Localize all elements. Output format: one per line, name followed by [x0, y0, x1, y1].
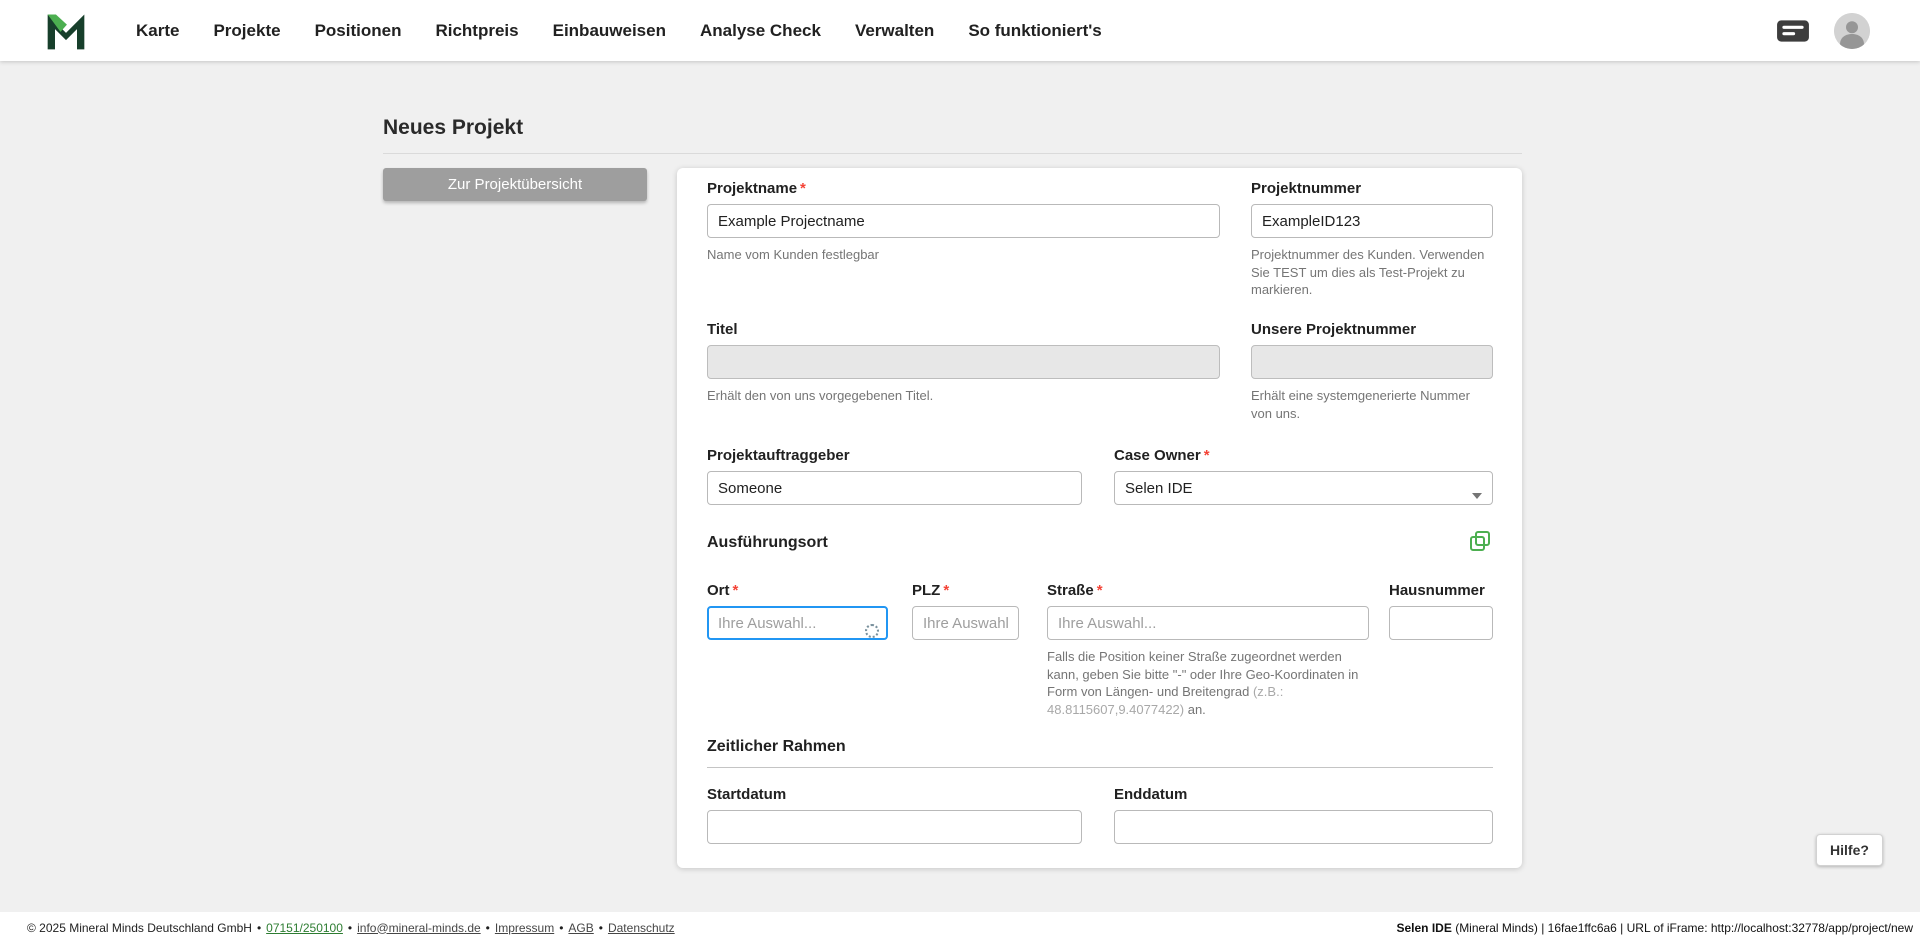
brand-logo[interactable] — [44, 9, 88, 53]
nav-item-karte[interactable]: Karte — [136, 21, 179, 41]
user-avatar[interactable] — [1834, 13, 1870, 49]
strasse-label: Straße* — [1047, 582, 1377, 599]
case-owner-label: Case Owner* — [1114, 447, 1493, 464]
nav-item-positionen[interactable]: Positionen — [315, 21, 402, 41]
startdatum-label: Startdatum — [707, 786, 1082, 803]
projektnummer-label: Projektnummer — [1251, 180, 1493, 197]
startdatum-input[interactable] — [707, 810, 1082, 844]
projektnummer-field: Projektnummer Projektnummer des Kunden. … — [1251, 180, 1493, 299]
page-title: Neues Projekt — [383, 116, 523, 140]
strasse-field: Straße* Falls die Position keiner Straße… — [1047, 582, 1377, 718]
enddatum-input[interactable] — [1114, 810, 1493, 844]
case-owner-selected-value: Selen IDE — [1125, 480, 1193, 497]
titel-label: Titel — [707, 321, 1220, 338]
copyright-text: © 2025 Mineral Minds Deutschland GmbH — [27, 921, 252, 935]
required-marker: * — [800, 180, 806, 197]
session-details: (Mineral Minds) | 16fae1ffc6a6 | URL of … — [1452, 921, 1913, 935]
copy-location-button[interactable] — [1468, 529, 1492, 553]
email-link[interactable]: info@mineral-minds.de — [357, 921, 481, 935]
ort-input[interactable] — [707, 606, 888, 640]
back-to-project-overview-button[interactable]: Zur Projektübersicht — [383, 168, 647, 201]
section-divider — [707, 767, 1493, 768]
projektname-field: Projektname* Name vom Kunden festlegbar — [707, 180, 1220, 264]
projektauftraggeber-label: Projektauftraggeber — [707, 447, 1082, 464]
ausfuehrungsort-heading: Ausführungsort — [707, 534, 828, 552]
ort-field: Ort* — [707, 582, 888, 640]
person-icon — [1834, 13, 1870, 49]
titel-input — [707, 345, 1220, 379]
footer-separator: • — [559, 921, 563, 935]
loading-spinner-icon — [865, 624, 879, 638]
new-project-form-card: Projektname* Name vom Kunden festlegbar … — [677, 168, 1522, 868]
nav-item-analyse-check[interactable]: Analyse Check — [700, 21, 821, 41]
unsere-projektnummer-label: Unsere Projektnummer — [1251, 321, 1493, 338]
nav-item-verwalten[interactable]: Verwalten — [855, 21, 934, 41]
required-marker: * — [1204, 447, 1210, 464]
unsere-projektnummer-input — [1251, 345, 1493, 379]
card-reader-button[interactable] — [1776, 19, 1810, 43]
main-menu: Karte Projekte Positionen Richtpreis Ein… — [136, 21, 1102, 41]
duplicate-icon — [1468, 529, 1492, 553]
projektname-input[interactable] — [707, 204, 1220, 238]
header-right — [1776, 13, 1870, 49]
nav-item-einbauweisen[interactable]: Einbauweisen — [553, 21, 666, 41]
footer-separator: • — [348, 921, 352, 935]
projektauftraggeber-field: Projektauftraggeber — [707, 447, 1082, 505]
projektauftraggeber-input[interactable] — [707, 471, 1082, 505]
nav-item-richtpreis[interactable]: Richtpreis — [435, 21, 518, 41]
chevron-down-icon — [1472, 493, 1482, 499]
unsere-projektnummer-helper: Erhält eine systemgenerierte Nummer von … — [1251, 387, 1493, 422]
strasse-input[interactable] — [1047, 606, 1369, 640]
datenschutz-link[interactable]: Datenschutz — [608, 921, 675, 935]
top-nav: Karte Projekte Positionen Richtpreis Ein… — [0, 0, 1920, 61]
required-marker: * — [733, 582, 739, 599]
agb-link[interactable]: AGB — [568, 921, 593, 935]
title-divider — [383, 153, 1522, 154]
strasse-helper: Falls die Position keiner Straße zugeord… — [1047, 648, 1377, 718]
plz-input[interactable] — [912, 606, 1019, 640]
plz-field: PLZ* — [912, 582, 1019, 640]
projektname-helper: Name vom Kunden festlegbar — [707, 246, 1220, 264]
enddatum-label: Enddatum — [1114, 786, 1493, 803]
required-marker: * — [943, 582, 949, 599]
projektname-label: Projektname* — [707, 180, 1220, 197]
app-footer: © 2025 Mineral Minds Deutschland GmbH • … — [0, 912, 1920, 943]
enddatum-field: Enddatum — [1114, 786, 1493, 844]
session-info: Selen IDE (Mineral Minds) | 16fae1ffc6a6… — [1397, 921, 1914, 935]
hausnummer-label: Hausnummer — [1389, 582, 1493, 599]
footer-separator: • — [486, 921, 490, 935]
help-button[interactable]: Hilfe? — [1816, 834, 1883, 866]
mineral-minds-logo-icon — [44, 9, 88, 53]
card-reader-icon — [1776, 19, 1810, 43]
ort-label: Ort* — [707, 582, 888, 599]
case-owner-field: Case Owner* Selen IDE — [1114, 447, 1493, 505]
nav-item-projekte[interactable]: Projekte — [213, 21, 280, 41]
impressum-link[interactable]: Impressum — [495, 921, 554, 935]
footer-left: © 2025 Mineral Minds Deutschland GmbH • … — [27, 921, 675, 935]
case-owner-select[interactable]: Selen IDE — [1114, 471, 1493, 505]
unsere-projektnummer-field: Unsere Projektnummer Erhält eine systemg… — [1251, 321, 1493, 422]
hausnummer-input[interactable] — [1389, 606, 1493, 640]
required-marker: * — [1097, 582, 1103, 599]
nav-item-so-funktionierts[interactable]: So funktioniert's — [968, 21, 1101, 41]
zeitlicher-rahmen-heading: Zeitlicher Rahmen — [707, 738, 846, 756]
plz-label: PLZ* — [912, 582, 1019, 599]
session-user: Selen IDE — [1397, 921, 1452, 935]
footer-separator: • — [257, 921, 261, 935]
projektnummer-input[interactable] — [1251, 204, 1493, 238]
titel-field: Titel Erhält den von uns vorgegebenen Ti… — [707, 321, 1220, 405]
phone-link[interactable]: 07151/250100 — [266, 921, 343, 935]
footer-separator: • — [599, 921, 603, 935]
projektnummer-helper: Projektnummer des Kunden. Verwenden Sie … — [1251, 246, 1493, 299]
titel-helper: Erhält den von uns vorgegebenen Titel. — [707, 387, 1220, 405]
hausnummer-field: Hausnummer — [1389, 582, 1493, 640]
startdatum-field: Startdatum — [707, 786, 1082, 844]
